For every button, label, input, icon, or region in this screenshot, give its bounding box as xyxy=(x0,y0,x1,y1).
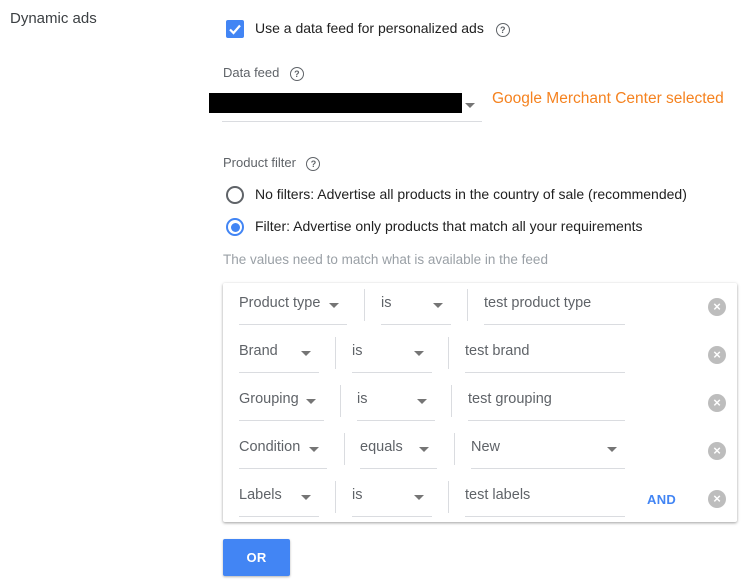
use-data-feed-label[interactable]: Use a data feed for personalized ads ? xyxy=(255,20,510,37)
chevron-down-icon xyxy=(306,399,316,404)
data-feed-select-redacted[interactable] xyxy=(209,93,462,113)
value-select[interactable]: New xyxy=(471,439,625,469)
divider xyxy=(344,433,345,465)
help-icon[interactable]: ? xyxy=(289,67,304,81)
remove-condition-icon[interactable]: × xyxy=(708,442,726,460)
filter-conditions-box: Product type is test product type × Bran… xyxy=(223,283,737,522)
chevron-down-icon xyxy=(301,351,311,356)
operator-select[interactable]: is xyxy=(381,295,451,325)
divider xyxy=(451,385,452,417)
divider xyxy=(448,337,449,369)
chevron-down-icon xyxy=(419,447,429,452)
use-data-feed-checkbox[interactable] xyxy=(226,20,244,38)
chevron-down-icon xyxy=(309,447,319,452)
help-icon[interactable]: ? xyxy=(495,23,510,37)
value-input[interactable]: test brand xyxy=(465,343,625,373)
attribute-select[interactable]: Labels xyxy=(239,487,319,517)
data-feed-underline xyxy=(222,121,482,122)
divider xyxy=(335,337,336,369)
divider xyxy=(340,385,341,417)
remove-condition-icon[interactable]: × xyxy=(708,490,726,508)
product-filter-label: Product filter xyxy=(223,155,296,170)
no-filters-radio[interactable] xyxy=(226,186,244,204)
value-input[interactable]: test labels xyxy=(465,487,625,517)
filter-hint: The values need to match what is availab… xyxy=(223,252,548,267)
attribute-select[interactable]: Condition xyxy=(239,439,327,469)
attribute-select[interactable]: Brand xyxy=(239,343,319,373)
chevron-down-icon xyxy=(301,495,311,500)
checkmark-icon xyxy=(229,24,241,35)
divider xyxy=(467,289,468,321)
divider xyxy=(364,289,365,321)
operator-select[interactable]: is xyxy=(357,391,435,421)
help-icon[interactable]: ? xyxy=(306,157,321,171)
remove-condition-icon[interactable]: × xyxy=(708,346,726,364)
radio-dot xyxy=(230,222,240,232)
data-feed-annotation: Google Merchant Center selected xyxy=(492,90,724,107)
and-button[interactable]: AND xyxy=(647,492,676,507)
attribute-select[interactable]: Grouping xyxy=(239,391,324,421)
data-feed-label: Data feed xyxy=(223,65,280,80)
operator-select[interactable]: is xyxy=(352,487,432,517)
divider xyxy=(335,481,336,513)
section-title: Dynamic ads xyxy=(10,10,97,27)
filter-radio[interactable] xyxy=(226,218,244,236)
remove-condition-icon[interactable]: × xyxy=(708,394,726,412)
chevron-down-icon[interactable] xyxy=(465,103,475,108)
filter-label[interactable]: Filter: Advertise only products that mat… xyxy=(255,218,643,234)
remove-condition-icon[interactable]: × xyxy=(708,298,726,316)
attribute-select[interactable]: Product type xyxy=(239,295,347,325)
value-input[interactable]: test product type xyxy=(484,295,625,325)
chevron-down-icon xyxy=(414,351,424,356)
operator-select[interactable]: is xyxy=(352,343,432,373)
chevron-down-icon xyxy=(414,495,424,500)
divider xyxy=(454,433,455,465)
operator-select[interactable]: equals xyxy=(360,439,437,469)
or-button[interactable]: OR xyxy=(223,539,290,576)
divider xyxy=(448,481,449,513)
value-input[interactable]: test grouping xyxy=(468,391,625,421)
chevron-down-icon xyxy=(417,399,427,404)
data-feed-label-row: Data feed ? xyxy=(223,64,304,82)
no-filters-label[interactable]: No filters: Advertise all products in th… xyxy=(255,186,687,202)
chevron-down-icon xyxy=(329,303,339,308)
product-filter-label-row: Product filter ? xyxy=(223,154,321,172)
chevron-down-icon xyxy=(607,447,617,452)
chevron-down-icon xyxy=(433,303,443,308)
